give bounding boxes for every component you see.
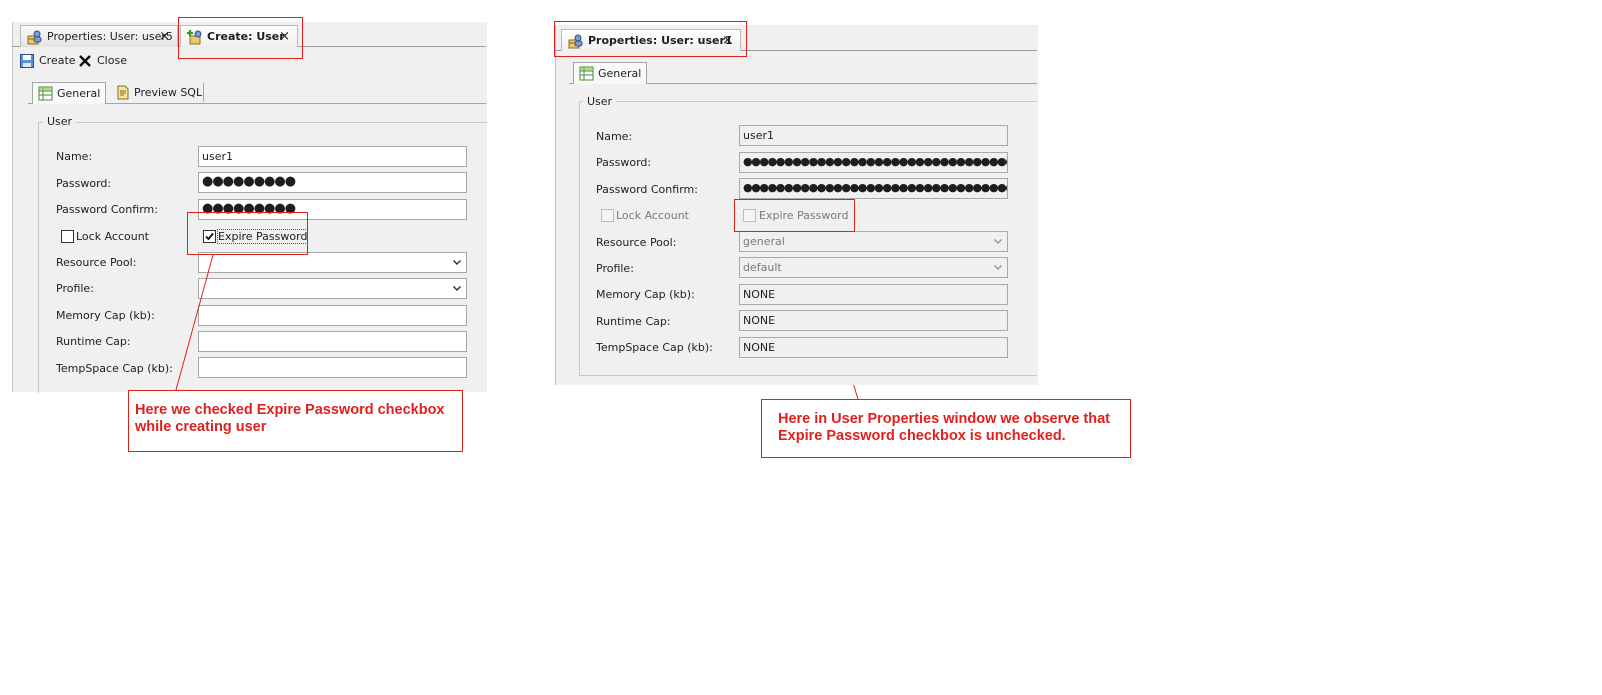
name-input[interactable]: user1 <box>739 125 1008 146</box>
profile-label: Profile: <box>596 262 634 275</box>
runtime-cap-input[interactable]: NONE <box>739 310 1008 331</box>
grid-icon <box>579 66 594 81</box>
tempspace-cap-input[interactable]: NONE <box>739 337 1008 358</box>
tab-general-label: General <box>598 67 642 80</box>
resource-pool-value: general <box>743 235 785 248</box>
annotation-callout-left: Here we checked Expire Password checkbox… <box>128 390 463 452</box>
password-confirm-input[interactable]: ●●●●●●●●●●●●●●●●●●●●●●●●●●●●●●●●● <box>739 178 1008 199</box>
password-label: Password: <box>596 156 652 169</box>
resource-pool-label: Resource Pool: <box>596 236 677 249</box>
memory-cap-input[interactable]: NONE <box>739 284 1008 305</box>
memory-cap-label: Memory Cap (kb): <box>596 288 695 301</box>
callout-line: Here in User Properties window we observ… <box>778 411 1110 427</box>
password-confirm-label: Password Confirm: <box>596 183 698 196</box>
password-input[interactable]: ●●●●●●●●●●●●●●●●●●●●●●●●●●●●●●●●● <box>739 152 1008 173</box>
tab-general[interactable]: General <box>573 62 647 84</box>
callout-line: Here we checked Expire Password checkbox <box>135 402 445 418</box>
annotation-box-properties-tab <box>554 21 747 57</box>
name-label: Name: <box>596 130 633 143</box>
resource-pool-select[interactable]: general <box>739 231 1008 252</box>
callout-line: Expire Password checkbox is unchecked. <box>778 428 1066 444</box>
runtime-cap-label: Runtime Cap: <box>596 315 671 328</box>
chevron-down-icon <box>993 264 1003 271</box>
annotation-box-expire-password <box>734 199 855 232</box>
lock-account-checkbox[interactable] <box>601 209 614 222</box>
tempspace-cap-label: TempSpace Cap (kb): <box>596 341 713 354</box>
profile-value: default <box>743 261 782 274</box>
lock-account-label: Lock Account <box>616 209 689 222</box>
chevron-down-icon <box>993 238 1003 245</box>
profile-select[interactable]: default <box>739 257 1008 278</box>
group-label: User <box>583 95 617 108</box>
annotation-callout-right: Here in User Properties window we observ… <box>761 399 1131 458</box>
callout-line: while creating user <box>135 419 267 435</box>
